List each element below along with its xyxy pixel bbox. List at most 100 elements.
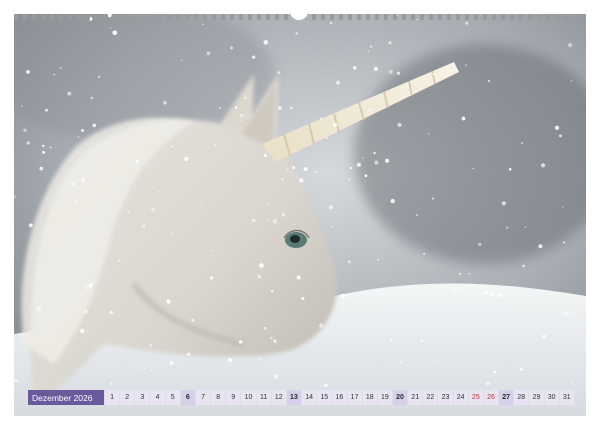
day-cell: 5: [165, 390, 180, 405]
day-cell: 3: [135, 390, 150, 405]
snowflake: [89, 283, 93, 288]
binding-loop: [212, 14, 217, 20]
snowflake: [493, 370, 497, 374]
snowflake: [373, 151, 376, 155]
snowflake: [258, 358, 261, 361]
binding-loop: [230, 14, 235, 20]
snowflake: [273, 339, 277, 343]
snowflake: [367, 50, 370, 53]
binding-loop: [482, 14, 487, 20]
binding-loop: [203, 14, 208, 20]
snowflake: [427, 133, 430, 135]
day-cell: 19: [377, 390, 392, 405]
snowflake: [184, 156, 189, 162]
binding-loop: [518, 14, 523, 20]
binding-loop: [392, 14, 397, 20]
binding-loop: [257, 14, 262, 20]
day-cell: 27: [499, 390, 514, 405]
snowflake: [252, 55, 256, 59]
snowflake: [118, 259, 121, 262]
binding-loop: [149, 14, 154, 20]
day-cell: 6: [180, 390, 195, 405]
snowflake: [522, 264, 525, 268]
snowflake: [461, 116, 466, 121]
snowflake: [272, 219, 278, 224]
snowflake: [59, 67, 62, 69]
snowflake: [335, 80, 341, 85]
snowflake: [219, 107, 222, 109]
snowflake: [36, 306, 42, 312]
binding-loop: [239, 14, 244, 20]
snowflake: [568, 43, 573, 48]
binding-loop: [527, 14, 532, 20]
snowflake: [396, 71, 400, 75]
day-cell: 30: [544, 390, 559, 405]
snowflake: [538, 244, 543, 249]
binding-loop: [554, 14, 559, 20]
snowflake: [180, 59, 183, 62]
snowflake: [71, 182, 76, 186]
snowflake: [97, 75, 100, 78]
snowflake: [263, 327, 267, 330]
month-label: Dezember 2026: [28, 390, 104, 405]
snowflake: [330, 21, 333, 25]
snowflake: [571, 381, 575, 384]
snowflake: [155, 194, 157, 196]
binding-loop: [221, 14, 226, 20]
day-cell: 7: [195, 390, 211, 405]
snowflake: [181, 387, 183, 390]
snowflake: [90, 96, 94, 100]
snowflake: [524, 226, 527, 228]
binding-loop: [176, 14, 181, 20]
snowflake: [486, 381, 490, 386]
snowflake: [508, 168, 512, 171]
day-cell: 22: [423, 390, 438, 405]
binding-loop: [167, 14, 172, 20]
binding-loop: [410, 14, 415, 20]
snowflake: [270, 336, 273, 340]
snowflake: [274, 374, 279, 379]
snowflake: [433, 362, 435, 365]
snowflake: [420, 339, 424, 343]
snowflake: [472, 167, 474, 170]
snowflake: [566, 348, 569, 350]
snowflake: [277, 71, 281, 75]
snowflake: [150, 368, 153, 371]
binding-loop: [140, 14, 145, 20]
snowflake: [341, 293, 346, 299]
snowflake: [135, 159, 139, 164]
snowflake: [388, 41, 392, 45]
day-cell: 4: [150, 390, 165, 405]
snowflake: [84, 285, 89, 290]
day-cell: 17: [347, 390, 362, 405]
snowflake: [286, 168, 288, 171]
snowflake: [92, 123, 96, 128]
day-cell: 12: [271, 390, 286, 405]
snowflake: [263, 39, 269, 45]
day-cell: 13: [286, 390, 302, 405]
binding-loop: [50, 14, 55, 20]
binding-loop: [131, 14, 136, 20]
snowflake: [170, 145, 174, 148]
day-cell: 24: [453, 390, 468, 405]
binding-loop: [509, 14, 514, 20]
snowflake: [191, 318, 195, 322]
snowflake: [292, 166, 295, 170]
snowflake: [301, 296, 305, 301]
snowflake: [81, 129, 84, 132]
binding-loop: [311, 14, 316, 20]
snowflake: [319, 323, 324, 328]
snowflake: [520, 368, 523, 371]
snowflake: [109, 310, 113, 315]
snowflake: [200, 204, 203, 207]
snowflake: [277, 106, 282, 111]
snowflake: [202, 23, 204, 25]
snowflake: [315, 171, 317, 173]
snowflake: [485, 291, 488, 295]
snowflake: [149, 344, 152, 347]
snowflake: [369, 45, 373, 48]
snowflake: [459, 272, 462, 275]
day-cell: 11: [256, 390, 271, 405]
snowflake: [374, 160, 379, 165]
binding-loop: [284, 14, 289, 20]
